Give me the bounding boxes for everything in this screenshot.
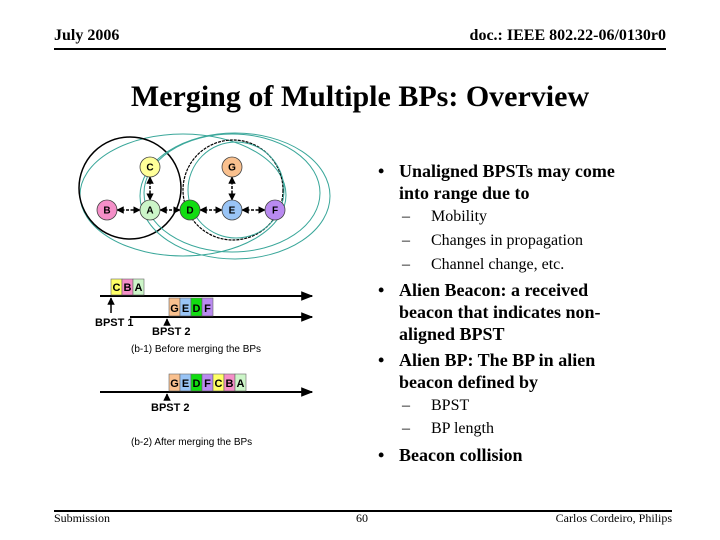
sub-bullet-text: Changes in propagation [431, 232, 583, 249]
bullet-3-line-1: Alien BP: The BP in alien [399, 350, 596, 370]
bullet-dot-icon: • [378, 161, 385, 181]
slot-label: A [237, 378, 245, 390]
node-label: F [272, 206, 278, 217]
bp2-slot-F: F [201, 297, 214, 317]
sub-bullet-text: BP length [431, 420, 494, 437]
sub-bullet: – BP length [402, 419, 494, 439]
bpst2-after-label: BPST 2 [151, 402, 190, 414]
slot-label: B [226, 378, 234, 390]
bp1-slot-C: C [110, 278, 123, 296]
bullet-dot-icon: • [378, 445, 385, 465]
sub-bullet-text: Mobility [431, 208, 488, 225]
dash-icon: – [402, 397, 410, 414]
sub-bullet-text: BPST [431, 397, 470, 414]
node-A: A [139, 199, 161, 221]
bullet-2: • Alien Beacon: a received beacon that i… [378, 279, 601, 345]
bp1-slot-B: B [121, 278, 134, 296]
bp2-slot-E: E [179, 297, 192, 317]
bullet-1-line-1: Unaligned BPSTs may come [399, 161, 615, 181]
node-D: D [179, 199, 201, 221]
slot-label: A [135, 282, 143, 294]
node-label: E [229, 206, 236, 217]
bpst2-label: BPST 2 [152, 326, 191, 338]
footer-page-number: 60 [356, 511, 368, 525]
sub-bullet-text: Channel change, etc. [431, 256, 565, 273]
bullet-2-line-2: beacon that indicates non- [399, 302, 601, 322]
bullet-dot-icon: • [378, 280, 385, 300]
bullet-2-line-1: Alien Beacon: a received [399, 280, 589, 300]
sub-bullet: – Channel change, etc. [402, 255, 565, 275]
footer-author: Carlos Cordeiro, Philips [555, 511, 672, 525]
range-circle-e [182, 139, 284, 241]
node-B: B [96, 199, 118, 221]
node-label: D [186, 206, 193, 217]
bullet-4-line-1: Beacon collision [399, 445, 523, 465]
timeline-after: GEDFCBA BPST 2 (b-2) After merging the B… [100, 373, 314, 448]
node-label: C [146, 163, 153, 174]
dash-icon: – [402, 420, 410, 437]
slot-label: E [182, 303, 189, 315]
merged-slot-A: A [234, 373, 247, 392]
sub-bullet: – Changes in propagation [402, 231, 583, 251]
slot-label: D [193, 378, 201, 390]
dash-icon: – [402, 208, 410, 225]
bullet-3: • Alien BP: The BP in alien beacon defin… [378, 349, 596, 393]
slot-label: F [204, 378, 211, 390]
range-ellipse-outer [79, 133, 287, 257]
dash-icon: – [402, 256, 410, 273]
bullet-4: • Beacon collision [378, 444, 523, 466]
slot-label: B [124, 282, 132, 294]
merged-slot-G: G [168, 373, 181, 392]
sub-bullet: – BPST [402, 396, 470, 416]
timeline-before: CBA GEDF BPST 1 BPST 2 (b-1) Before merg… [95, 278, 314, 355]
bullet-dot-icon: • [378, 350, 385, 370]
slot-label: D [193, 303, 201, 315]
bp1-slot-A: A [132, 278, 145, 296]
slot-label: F [204, 303, 211, 315]
bullet-2-line-3: aligned BPST [399, 324, 505, 344]
bullet-1: • Unaligned BPSTs may come into range du… [378, 160, 615, 204]
bpst1-label: BPST 1 [95, 317, 134, 329]
slot-label: C [215, 378, 223, 390]
node-C: C [139, 156, 161, 178]
slot-label: C [113, 282, 121, 294]
merged-slot-E: E [179, 373, 192, 392]
caption-after: (b-2) After merging the BPs [131, 437, 252, 448]
node-label: A [146, 206, 153, 217]
bp2-slot-D: D [190, 297, 203, 317]
bullet-3-line-2: beacon defined by [399, 372, 539, 392]
bullet-1-line-2: into range due to [399, 183, 530, 203]
merged-slot-D: D [190, 373, 203, 392]
sub-bullet: – Mobility [402, 207, 488, 227]
merged-slot-B: B [223, 373, 236, 392]
node-F: F [264, 199, 286, 221]
node-label: B [103, 206, 110, 217]
bp2-slot-G: G [168, 297, 181, 317]
bp-merging-diagram: C GB A D E F CBA GEDF BPST 1 BPST 2 (b-1) Bef… [78, 132, 331, 448]
merged-slot-C: C [212, 373, 225, 392]
slot-label: E [182, 378, 189, 390]
dash-icon: – [402, 232, 410, 249]
node-G: G [221, 156, 243, 178]
caption-before: (b-1) Before merging the BPs [131, 344, 261, 355]
slot-label: G [170, 303, 179, 315]
merged-slot-F: F [201, 373, 214, 392]
slot-label: G [170, 378, 179, 390]
node-label: G [228, 163, 236, 174]
footer-submission: Submission [54, 511, 111, 525]
range-circle-e2 [187, 141, 285, 239]
node-E: E [221, 199, 243, 221]
